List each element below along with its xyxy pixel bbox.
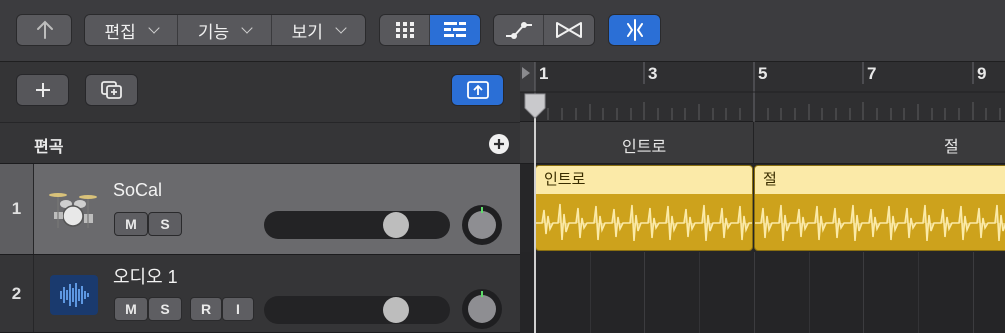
flex-time-button[interactable] [544,15,594,45]
pan-indicator [481,291,483,297]
track-headers: 편곡 1 SoCal M S 2 오디오 1 M S R I [0,62,520,333]
track-list-toolbar [0,62,520,122]
up-arrow-icon [37,20,53,39]
audio-region-intro[interactable]: 인트로 [535,165,753,251]
grid-line [863,252,864,333]
automation-button[interactable] [494,15,545,45]
volume-slider[interactable] [264,211,450,239]
edit-menu[interactable]: 편집 [85,15,179,45]
arrangement-marker-intro[interactable]: 인트로 [622,133,666,157]
record-enable-button[interactable]: R [190,297,222,321]
volume-slider[interactable] [264,296,450,324]
grid-line [809,252,810,333]
view-menu-label: 보기 [291,22,323,42]
grid-line [973,252,974,333]
ruler-ticks [520,62,1005,122]
duplicate-track-button[interactable] [85,74,138,106]
tracks-area[interactable]: 1 3 5 7 9 인트로 절 인트로 절 [520,62,1005,333]
marker-divider [753,122,754,164]
control-bar: 편집 기능 보기 [0,0,1005,62]
grid-view-button[interactable] [380,15,431,45]
functions-menu[interactable]: 기능 [178,15,272,45]
solo-button[interactable]: S [148,212,182,236]
mute-button[interactable]: M [114,297,148,321]
automation-segment [493,14,595,46]
snap-scissors-icon [627,19,643,41]
timeline-ruler[interactable]: 1 3 5 7 9 [520,62,1005,122]
arrangement-header: 편곡 [0,122,520,164]
region-title: 절 [755,166,1005,194]
chevron-down-icon [335,21,347,34]
region-title: 인트로 [536,166,752,194]
volume-knob[interactable] [383,297,409,323]
mute-button[interactable]: M [114,212,148,236]
edit-menu-label: 편집 [104,22,136,42]
track-row[interactable]: 2 오디오 1 M S R I [0,255,520,333]
add-track-button[interactable] [16,74,69,106]
volume-knob[interactable] [383,212,409,238]
region-waveform [536,203,752,242]
plus-circle-icon[interactable] [488,133,510,155]
playhead-handle-icon[interactable] [523,92,547,120]
grid-line [699,252,700,333]
plus-icon [35,83,50,97]
export-button[interactable] [451,74,504,106]
catch-button[interactable] [608,14,661,46]
automation-curve-icon [505,22,532,39]
audio-region-verse[interactable]: 절 [754,165,1005,251]
audio-waveform-icon [50,275,98,315]
view-mode-segment [379,14,481,46]
track-number: 1 [0,164,34,254]
pan-indicator [481,207,483,213]
region-waveform [755,204,1005,242]
chevron-down-icon [241,21,253,34]
track-row[interactable]: 1 SoCal M S [0,164,520,255]
grid-line [918,252,919,333]
export-icon [466,81,489,99]
track-name[interactable]: 오디오 1 [113,263,178,289]
playhead-line[interactable] [534,100,536,333]
arrangement-marker-verse[interactable]: 절 [944,133,959,157]
track-name[interactable]: SoCal [113,180,162,201]
input-monitor-button[interactable]: I [222,297,254,321]
chevron-down-icon [148,21,160,34]
arrangement-label: 편곡 [34,139,64,156]
arrangement-track[interactable]: 인트로 절 [520,122,1005,164]
track-number: 2 [0,255,34,332]
menu-segment: 편집 기능 보기 [84,14,366,46]
pan-knob[interactable] [462,205,502,245]
pan-knob-dial [468,295,496,323]
grid-line [754,252,755,333]
drum-kit-icon [49,193,97,228]
flex-time-icon [556,22,582,38]
solo-button[interactable]: S [148,297,182,321]
pan-knob-dial [468,211,496,239]
empty-track-lane[interactable] [520,252,1005,333]
list-view-icon [444,22,466,37]
pan-knob[interactable] [462,289,502,329]
tracks-view-button[interactable] [430,15,480,45]
view-menu[interactable]: 보기 [271,15,365,45]
up-arrow-button[interactable] [16,14,72,46]
grid-line [590,252,591,333]
functions-menu-label: 기능 [197,22,230,42]
grid-line [644,252,645,333]
grid-view-icon [395,22,414,38]
duplicate-icon [100,81,122,99]
